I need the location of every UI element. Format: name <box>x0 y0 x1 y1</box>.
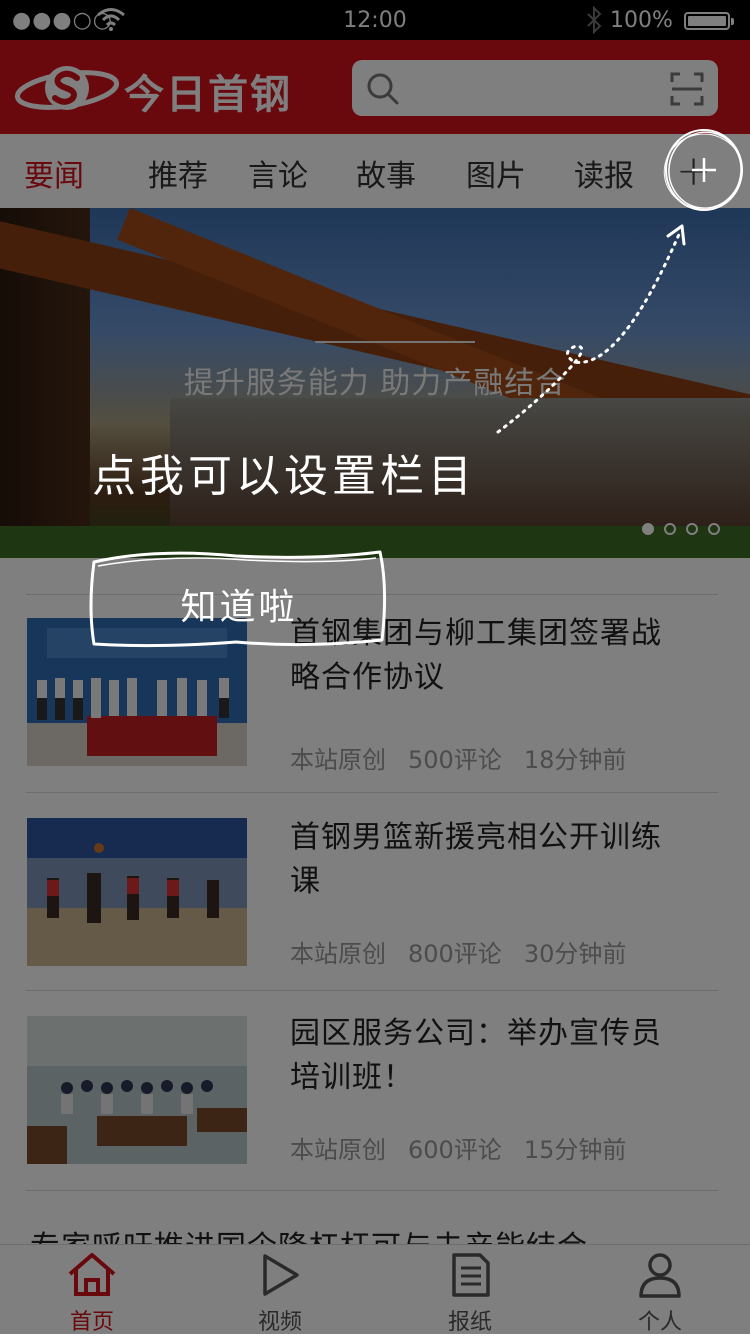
highlight-circle-icon <box>663 129 743 211</box>
guide-overlay[interactable] <box>0 0 750 1334</box>
dotted-arrow-icon <box>496 224 686 434</box>
guide-hint-text: 点我可以设置栏目 <box>92 451 476 502</box>
dismiss-guide-label[interactable]: 知道啦 <box>86 578 392 630</box>
